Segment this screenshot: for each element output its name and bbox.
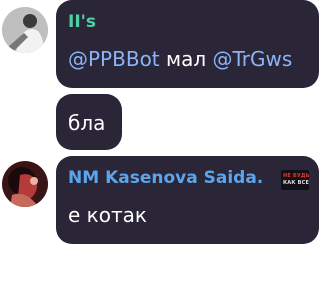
- avatar-iis[interactable]: [2, 7, 48, 53]
- message-bubble-2[interactable]: бла: [56, 94, 122, 150]
- message-text: бла: [68, 111, 106, 135]
- message-text: е котак: [68, 203, 147, 227]
- badge-text-line-1: НЕ БУДЬ: [283, 173, 310, 179]
- message-bubble-1[interactable]: II's @PPBBot мал @TrGws: [56, 0, 319, 88]
- badge-text-line-2: КАК ВСЕ: [283, 180, 310, 186]
- avatar-photo-icon: [2, 161, 48, 207]
- sender-badge: НЕ БУДЬ КАК ВСЕ: [281, 170, 309, 190]
- sender-name[interactable]: II's: [68, 12, 96, 32]
- mention-link[interactable]: @TrGws: [212, 47, 292, 71]
- sender-name[interactable]: NM Kasenova Saida.: [68, 168, 263, 188]
- avatar-photo-icon: [2, 7, 48, 53]
- message-bubble-3[interactable]: NM Kasenova Saida. НЕ БУДЬ КАК ВСЕ е кот…: [56, 156, 319, 244]
- mention-link[interactable]: @PPBBot: [68, 47, 160, 71]
- avatar-kasenova[interactable]: [2, 161, 48, 207]
- message-text-fragment: мал: [159, 47, 213, 71]
- message-text: @PPBBot мал @TrGws: [68, 47, 292, 71]
